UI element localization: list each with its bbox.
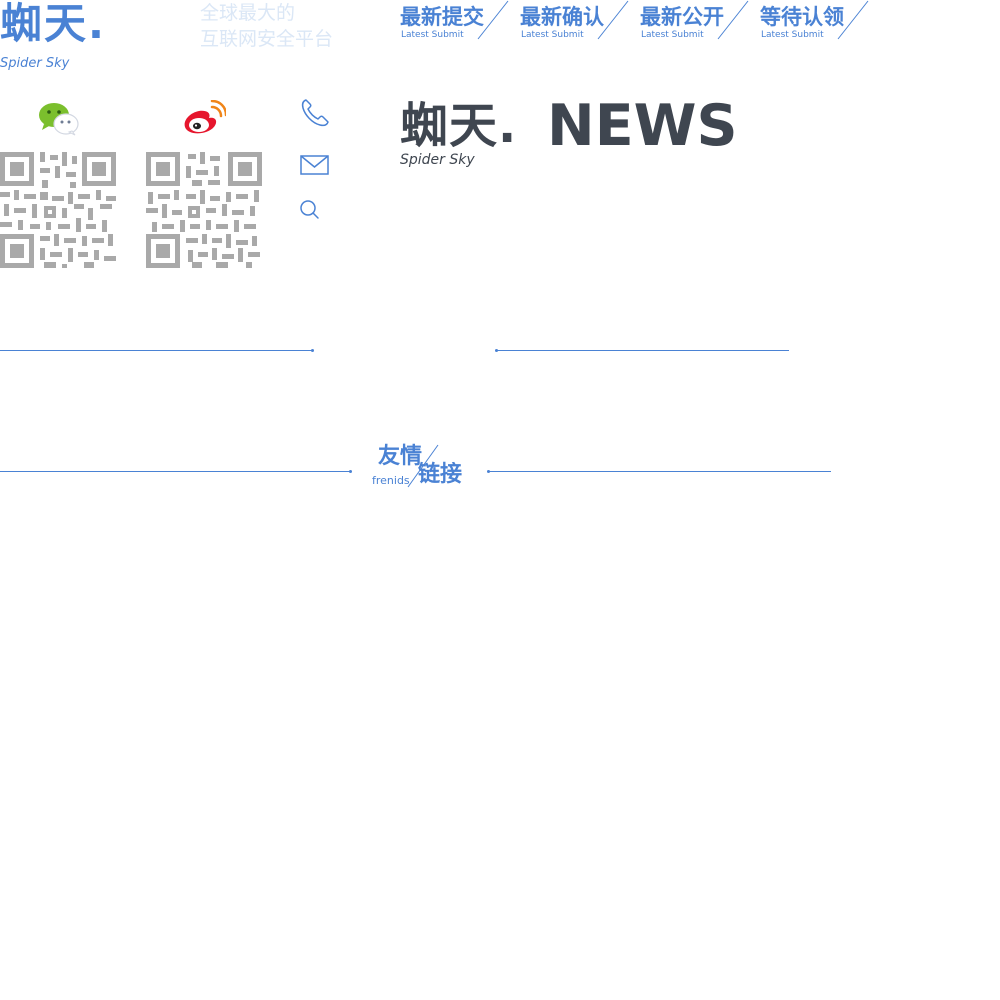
nav-sublabel: Latest Submit <box>761 30 824 40</box>
slash-decoration <box>717 0 749 40</box>
nav-latest-confirmed[interactable]: 最新确认 Latest Submit <box>520 0 640 46</box>
slogan-line-2: 互联网安全平台 <box>200 28 334 50</box>
slogan: 全球最大的 互联网安全平台 <box>200 0 380 52</box>
divider-line <box>497 350 789 351</box>
wechat-block[interactable] <box>0 100 116 270</box>
phone-icon[interactable] <box>300 98 330 128</box>
news-tagline: Spider Sky <box>400 152 475 168</box>
slash-decoration <box>477 0 509 40</box>
search-icon[interactable] <box>300 196 330 226</box>
friends-title-2: 链接 <box>418 462 463 487</box>
slogan-line-1: 全球最大的 <box>200 2 296 24</box>
wechat-icon <box>0 100 116 140</box>
nav-sublabel: Latest Submit <box>641 30 704 40</box>
nav-awaiting-claim[interactable]: 等待认领 Latest Submit <box>760 0 880 46</box>
nav-label: 最新公开 <box>640 5 724 29</box>
nav-latest-public[interactable]: 最新公开 Latest Submit <box>640 0 760 46</box>
divider-line <box>489 471 831 472</box>
mail-icon[interactable] <box>300 150 330 180</box>
nav-label: 最新确认 <box>520 5 604 29</box>
slash-decoration <box>837 0 869 40</box>
weibo-block[interactable] <box>146 99 262 270</box>
nav-label: 最新提交 <box>400 5 484 29</box>
nav-latest-submitted[interactable]: 最新提交 Latest Submit <box>400 0 520 46</box>
site-logo[interactable]: 蜘天. Spider Sky <box>0 0 150 80</box>
logo-text: 蜘天. <box>0 0 106 48</box>
news-title: NEWS <box>547 93 738 159</box>
slash-decoration <box>597 0 629 40</box>
news-brand: 蜘天. <box>400 98 518 154</box>
wechat-qr-code <box>0 152 116 268</box>
friends-sub: frenids <box>372 474 410 487</box>
divider-line <box>0 471 350 472</box>
logo-tagline: Spider Sky <box>0 56 70 71</box>
nav-label: 等待认领 <box>760 5 844 29</box>
divider-dot <box>349 470 352 473</box>
divider-line <box>0 350 312 351</box>
nav-sublabel: Latest Submit <box>521 30 584 40</box>
weibo-icon <box>146 99 262 140</box>
news-section-header: 蜘天. NEWS Spider Sky <box>400 96 760 176</box>
nav-sublabel: Latest Submit <box>401 30 464 40</box>
divider-dot <box>311 349 314 352</box>
friends-links-heading: 友情 链接 frenids <box>370 442 480 492</box>
weibo-qr-code <box>146 152 262 268</box>
